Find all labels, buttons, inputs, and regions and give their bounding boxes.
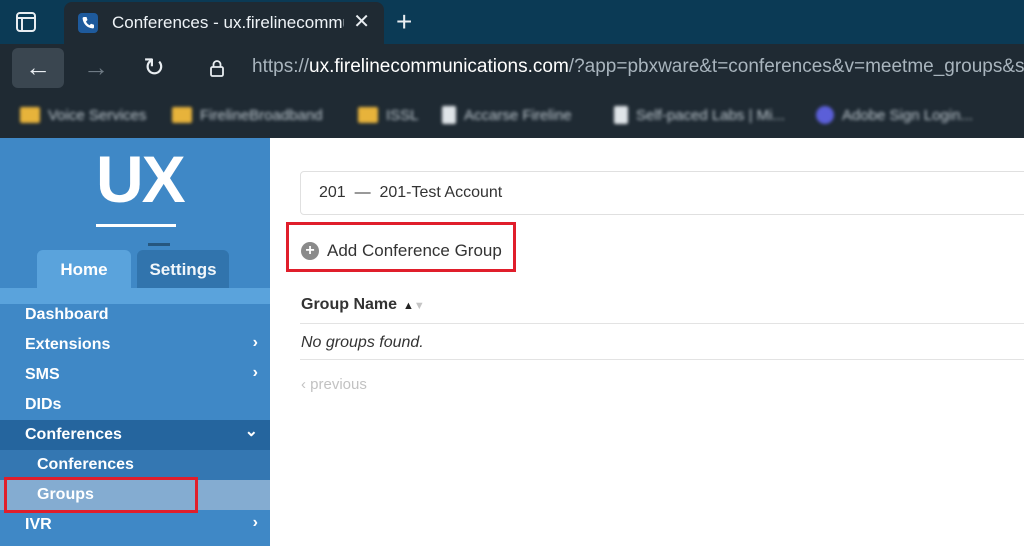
highlight-box-groups — [4, 477, 198, 513]
sidebar-item-sms[interactable]: SMS › — [0, 360, 270, 390]
back-arrow-icon[interactable]: ← — [12, 48, 64, 88]
folder-icon — [172, 107, 192, 123]
sidebar-item-ivr[interactable]: IVR › — [0, 510, 270, 540]
folder-icon — [358, 107, 378, 123]
bookmark-item[interactable]: Adobe Sign Login... — [816, 104, 973, 126]
chevron-right-icon: › — [252, 514, 258, 531]
sidebar-subitem-conferences[interactable]: Conferences — [0, 450, 270, 480]
bookmarks-bar: Voice Services FirelineBroadband ISSL Ac… — [0, 92, 1024, 138]
sidebar-item-conferences[interactable]: Conferences ⌄ — [0, 420, 270, 450]
browser-tab-bar: Conferences - ux.firelinecommunications … — [0, 0, 1024, 44]
url-prefix: https:// — [252, 56, 310, 77]
bookmark-item[interactable]: Voice Services — [20, 104, 146, 126]
browser-tab-active[interactable]: Conferences - ux.firelinecommunications … — [64, 2, 384, 44]
logo-underline — [96, 224, 176, 227]
reload-icon[interactable]: ↻ — [128, 48, 180, 88]
sidebar-item-label: Dashboard — [25, 306, 109, 323]
chevron-right-icon: › — [252, 364, 258, 381]
logo-text: UX — [96, 142, 186, 216]
column-header-group-name[interactable]: Group Name ▲▼ — [301, 296, 425, 314]
sort-icon[interactable]: ▲▼ — [403, 300, 425, 312]
sidebar-item-dids[interactable]: DIDs — [0, 390, 270, 420]
sidebar-item-extensions[interactable]: Extensions › — [0, 330, 270, 360]
sidebar-tabs: Home Settings — [0, 250, 270, 288]
folder-icon — [20, 107, 40, 123]
bookmark-item[interactable]: ISSL — [358, 104, 419, 126]
page-icon — [442, 106, 456, 124]
table-divider — [300, 323, 1024, 324]
account-selector-value: 201 — 201-Test Account — [319, 184, 503, 201]
url-path: /?app=pbxware&t=conferences&v=meetme_gro… — [568, 56, 1024, 77]
tab-title: Conferences - ux.firelinecommunications — [112, 13, 344, 32]
browser-nav-bar: ← → ↻ https://ux.firelinecommunications.… — [0, 44, 1024, 92]
sidebar-item-label: Conferences — [25, 426, 122, 443]
tab-home[interactable]: Home — [37, 250, 131, 288]
bookmark-item[interactable]: Accarse Fireline — [442, 104, 572, 126]
sidebar-item-label: Extensions — [25, 336, 111, 353]
logo-mark — [148, 243, 170, 246]
tab-actions-icon[interactable] — [14, 10, 38, 34]
account-selector[interactable]: 201 — 201-Test Account — [300, 171, 1024, 215]
address-bar[interactable]: https://ux.firelinecommunications.com/?a… — [252, 56, 1024, 78]
sidebar-item-label: DIDs — [25, 396, 62, 413]
lock-icon[interactable] — [208, 59, 226, 77]
sidebar-item-label: SMS — [25, 366, 60, 383]
forward-arrow-icon[interactable]: → — [70, 48, 122, 88]
bookmark-item[interactable]: Self-paced Labs | Mi... — [614, 104, 785, 126]
page-icon — [614, 106, 628, 124]
url-host: ux.firelinecommunications.com — [309, 56, 569, 77]
sidebar-item-dashboard[interactable]: Dashboard — [0, 300, 270, 330]
phone-icon — [78, 13, 98, 33]
table-divider — [300, 359, 1024, 360]
ux-logo[interactable]: UX — [96, 142, 186, 246]
adobe-icon — [816, 106, 834, 124]
sidebar-item-label: Conferences — [37, 456, 134, 473]
tab-settings[interactable]: Settings — [137, 250, 229, 288]
new-tab-icon[interactable]: + — [396, 8, 412, 36]
sidebar-item-label: IVR — [25, 516, 52, 533]
chevron-right-icon: › — [252, 334, 258, 351]
chevron-down-icon: ⌄ — [244, 423, 258, 440]
close-tab-icon[interactable]: ✕ — [353, 12, 370, 32]
empty-state-message: No groups found. — [301, 334, 424, 351]
highlight-box-add-button — [286, 222, 516, 272]
previous-page-link[interactable]: ‹ previous — [301, 376, 367, 393]
bookmark-item[interactable]: FirelineBroadband — [172, 104, 323, 126]
